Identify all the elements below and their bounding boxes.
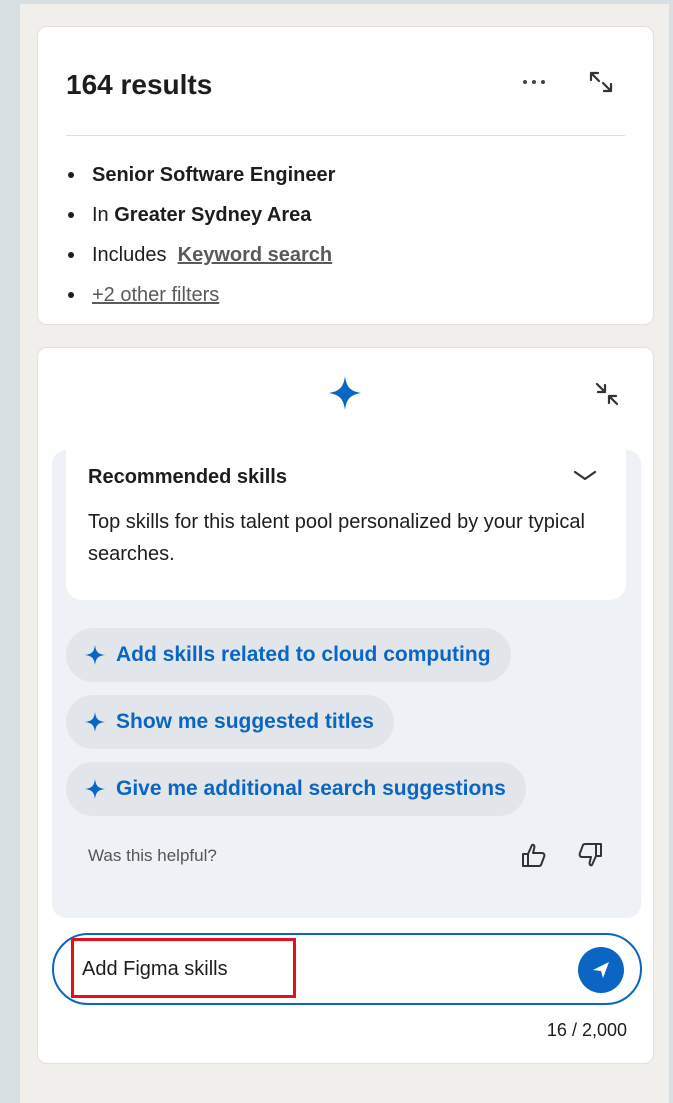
more-horizontal-icon: [523, 80, 527, 84]
divider: [66, 135, 625, 136]
filter-item-location: In Greater Sydney Area: [68, 195, 335, 235]
recommended-skills-description: Top skills for this talent pool personal…: [88, 511, 585, 565]
filter-list: Senior Software Engineer In Greater Sydn…: [68, 155, 335, 315]
expand-icon: [589, 71, 613, 93]
suggestion-suggested-titles[interactable]: Show me suggested titles: [66, 695, 394, 749]
keyword-search-link[interactable]: Keyword search: [178, 235, 333, 275]
sparkle-icon: [85, 779, 105, 799]
send-button[interactable]: [578, 947, 624, 993]
prompt-input[interactable]: [82, 953, 562, 985]
chevron-down-icon[interactable]: [570, 464, 600, 488]
assistant-card: Recommended skills Top skills for this t…: [37, 347, 654, 1064]
collapse-icon: [595, 382, 619, 406]
sparkle-icon: [85, 712, 105, 732]
recommended-skills-title: Recommended skills: [88, 466, 287, 488]
more-options-button[interactable]: [512, 67, 556, 97]
results-card: 164 results Senior Software Engineer In …: [37, 26, 654, 325]
collapse-button[interactable]: [590, 378, 624, 410]
filter-item-other: +2 other filters: [68, 275, 335, 315]
results-count-title: 164 results: [66, 69, 213, 100]
expand-button[interactable]: [584, 67, 618, 97]
suggestion-additional-search[interactable]: Give me additional search suggestions: [66, 762, 526, 816]
suggestion-cloud-computing[interactable]: Add skills related to cloud computing: [66, 628, 511, 682]
sparkle-icon: [85, 645, 105, 665]
sparkle-icon: [329, 376, 361, 410]
character-counter: 16 / 2,000: [546, 1020, 627, 1040]
other-filters-link[interactable]: +2 other filters: [92, 275, 219, 315]
prompt-input-wrapper: [52, 933, 642, 1005]
recommended-skills-card: Recommended skills Top skills for this t…: [66, 450, 626, 600]
filter-item-title: Senior Software Engineer: [68, 155, 335, 195]
thumbs-down-icon[interactable]: [576, 840, 606, 870]
feedback-prompt: Was this helpful?: [88, 846, 217, 865]
filter-item-keywords: Includes Keyword search: [68, 235, 335, 275]
thumbs-up-icon[interactable]: [518, 840, 548, 870]
chat-area: Recommended skills Top skills for this t…: [52, 450, 641, 918]
send-icon: [593, 962, 609, 978]
